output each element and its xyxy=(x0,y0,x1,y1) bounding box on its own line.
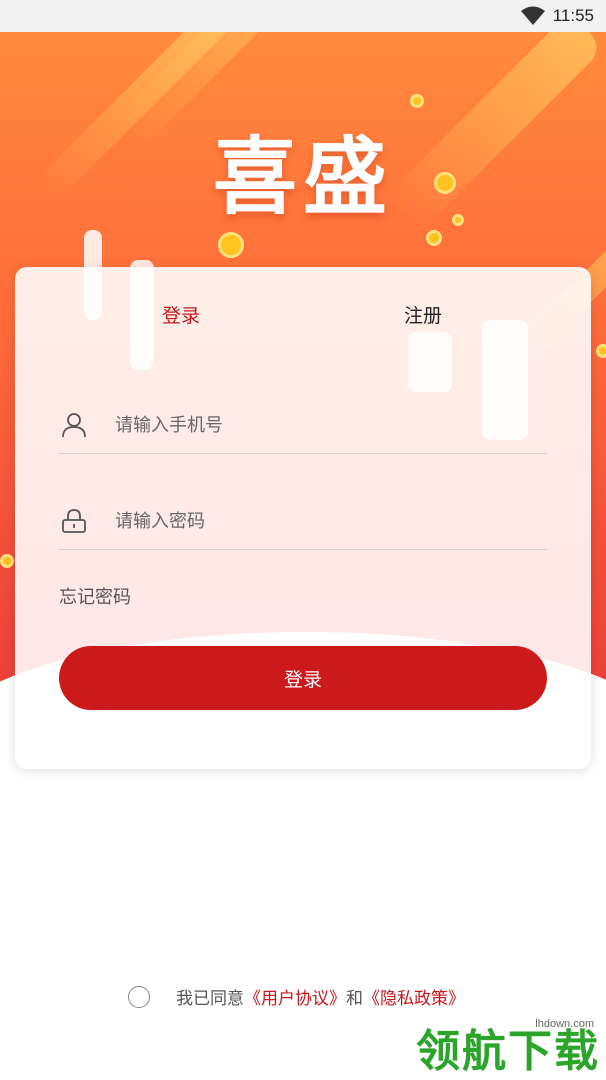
phone-field[interactable] xyxy=(59,397,547,454)
password-input[interactable] xyxy=(113,509,517,533)
tab-register[interactable]: 注册 xyxy=(404,301,442,328)
coin-icon xyxy=(0,554,14,568)
phone-input[interactable] xyxy=(113,413,517,437)
watermark-text: 领航下载 xyxy=(416,1026,600,1077)
agree-checkbox[interactable] xyxy=(128,985,150,1008)
status-time: 11:55 xyxy=(552,6,594,25)
forgot-password-link[interactable]: 忘记密码 xyxy=(59,583,131,609)
wifi-icon xyxy=(520,6,545,25)
privacy-policy-link[interactable]: 《隐私政策》 xyxy=(363,984,465,1009)
agreement-and: 和 xyxy=(346,989,363,1009)
watermark: lhdown.com 领航下载 xyxy=(416,1018,600,1074)
coin-icon xyxy=(218,232,244,258)
login-card: 登录 注册 忘记密码 登录 xyxy=(15,267,591,769)
agreement-prefix: 我已同意 xyxy=(176,989,244,1009)
login-button[interactable]: 登录 xyxy=(59,646,547,710)
coin-icon xyxy=(426,230,442,246)
agreement-row: 我已同意 《用户协议》 和 《隐私政策》 xyxy=(128,984,465,1009)
user-icon xyxy=(62,413,86,438)
tab-login[interactable]: 登录 xyxy=(162,301,200,328)
status-bar: 11:55 xyxy=(0,0,606,32)
coin-icon xyxy=(410,94,424,108)
brand-title: 喜盛 xyxy=(212,128,393,226)
password-field[interactable] xyxy=(59,493,547,550)
lock-icon xyxy=(62,509,86,533)
coin-icon xyxy=(596,344,606,358)
user-agreement-link[interactable]: 《用户协议》 xyxy=(244,984,346,1009)
